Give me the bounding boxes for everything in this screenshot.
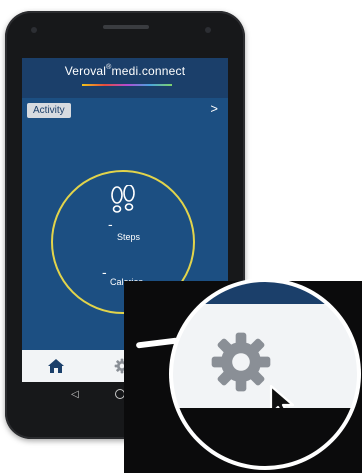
next-button[interactable]: > bbox=[210, 101, 218, 116]
zoomed-header-strip bbox=[173, 282, 357, 304]
speaker-grille bbox=[103, 25, 149, 29]
sensor-icon bbox=[205, 27, 211, 33]
brand-suffix: medi.connect bbox=[111, 64, 186, 78]
system-back-button[interactable]: ◁ bbox=[71, 389, 79, 400]
tab-activity[interactable]: Activity bbox=[27, 103, 71, 118]
steps-value: - bbox=[108, 216, 113, 232]
brand-title: Veroval®medi.connect bbox=[22, 64, 228, 78]
home-icon[interactable] bbox=[47, 358, 65, 374]
brand-name: Veroval bbox=[64, 64, 107, 78]
footsteps-icon bbox=[111, 185, 135, 213]
app-header: Veroval®medi.connect bbox=[22, 58, 228, 98]
zoomed-settings-view bbox=[173, 282, 357, 466]
zoomed-nav-strip bbox=[173, 408, 357, 466]
calories-value: - bbox=[102, 264, 107, 280]
camera-icon bbox=[31, 27, 37, 33]
steps-label: Steps bbox=[117, 232, 141, 242]
brand-rainbow-stripe bbox=[82, 84, 172, 86]
